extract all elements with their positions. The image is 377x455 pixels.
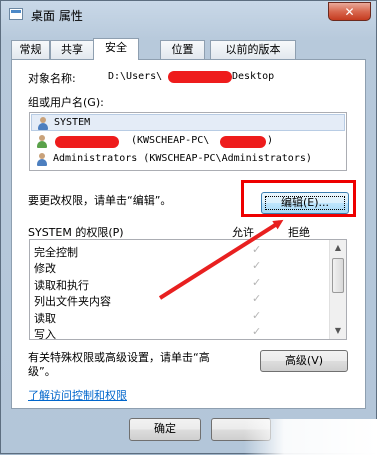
annotation-arrow-icon: [158, 219, 284, 300]
tab-security[interactable]: 安全: [93, 38, 139, 60]
